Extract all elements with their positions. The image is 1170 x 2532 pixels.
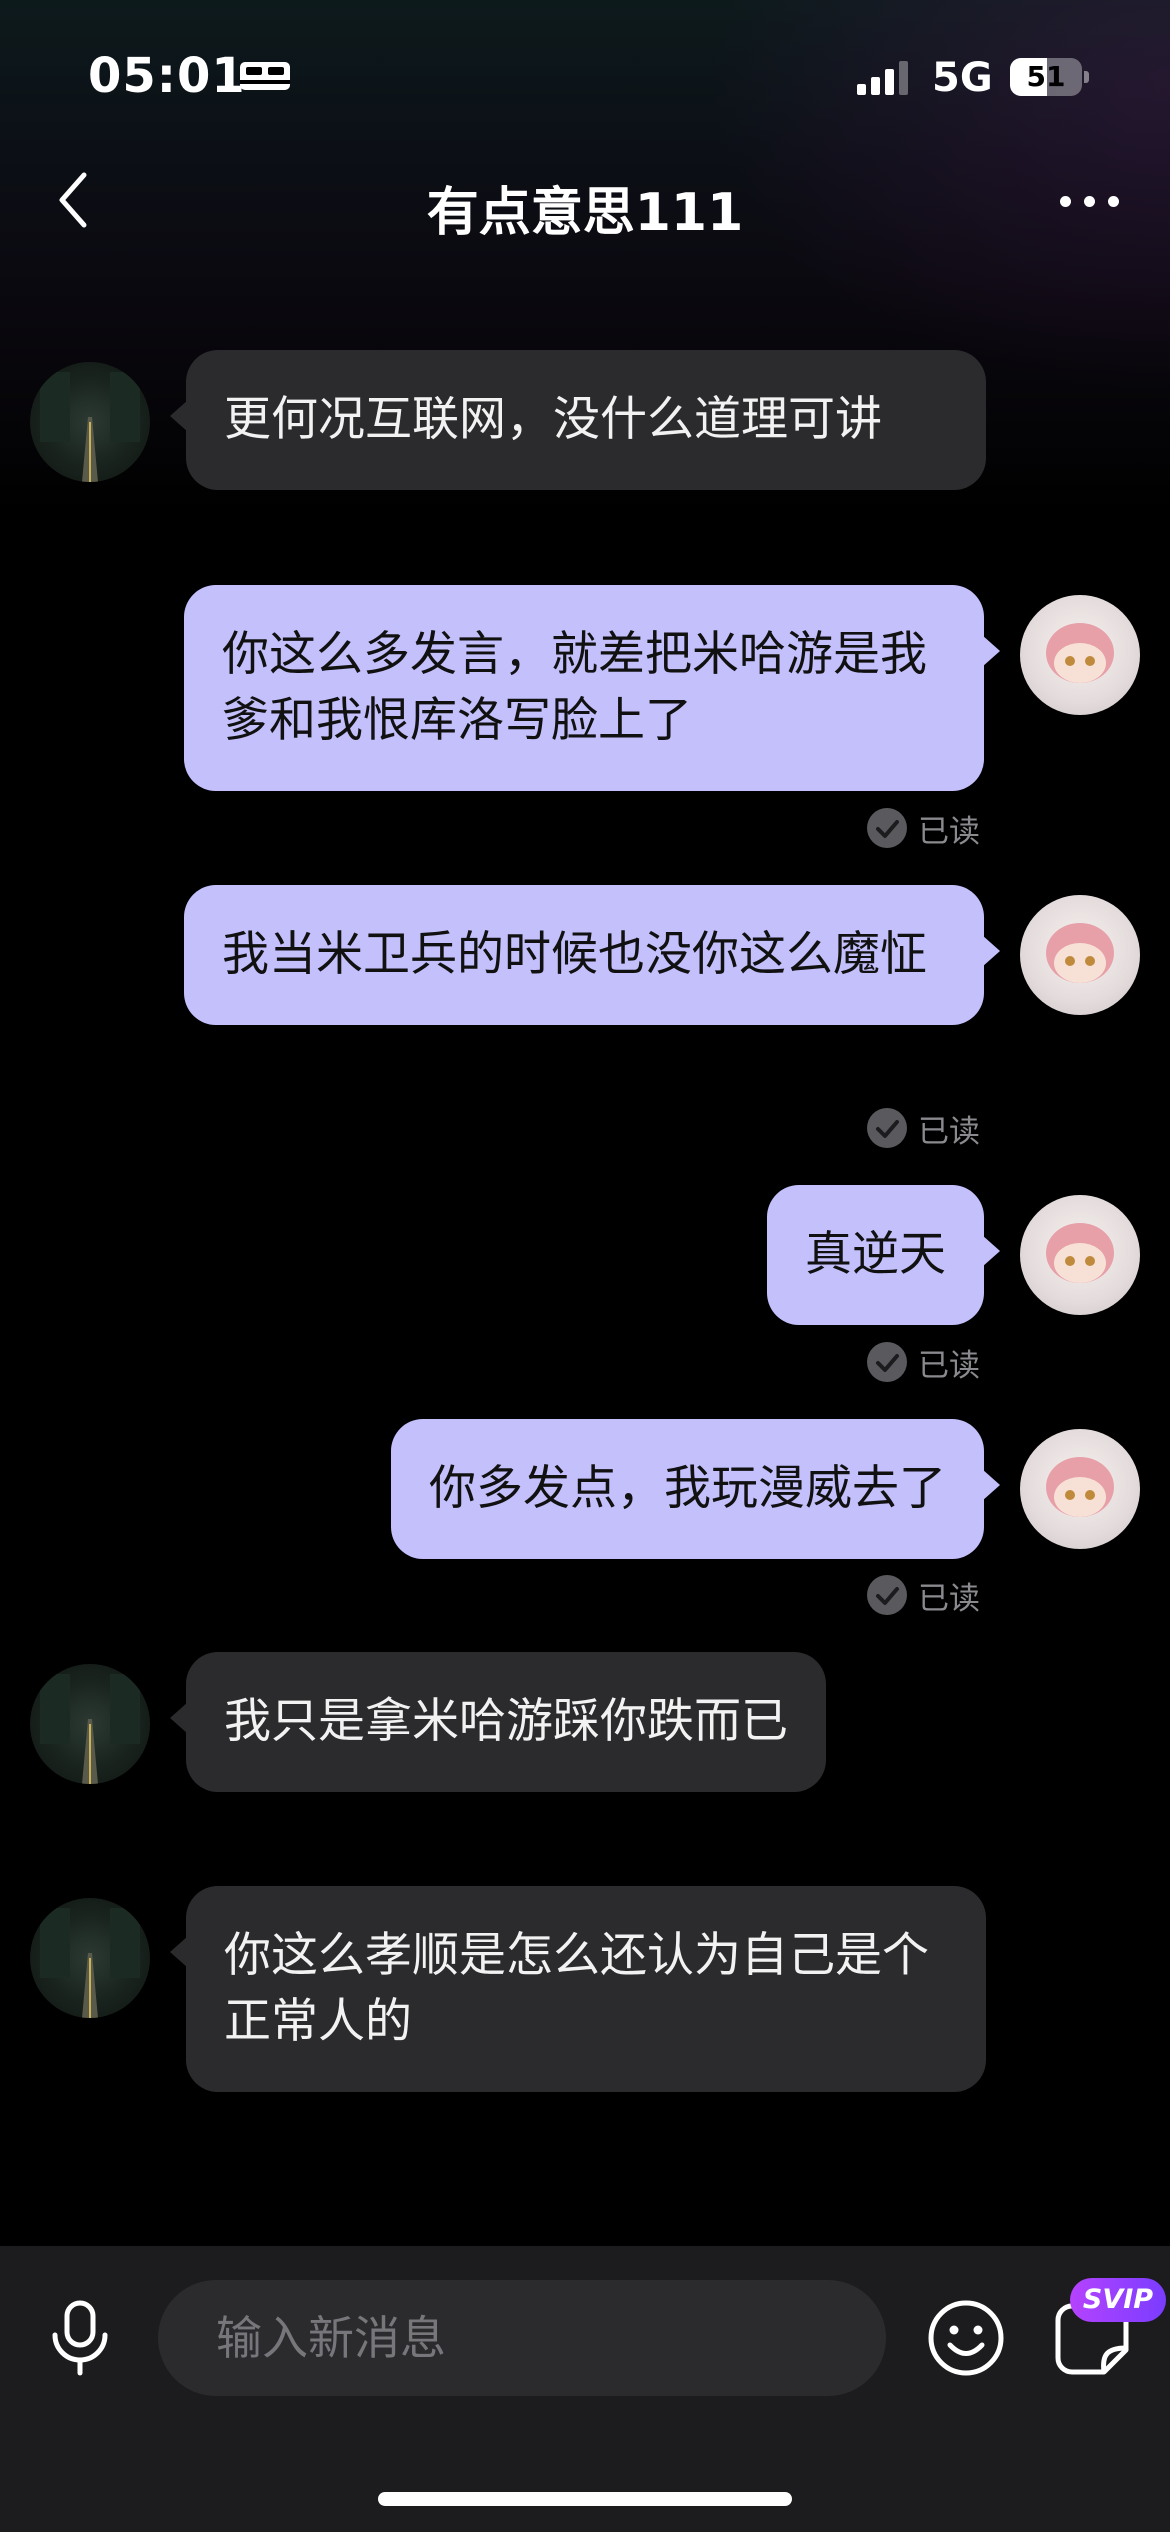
- check-circle-icon: [867, 808, 907, 848]
- forest-road-avatar-image: [40, 1908, 140, 2018]
- read-receipt: 已读: [866, 1573, 980, 1617]
- forest-road-avatar-image: [40, 1674, 140, 1784]
- more-options-button[interactable]: [1050, 180, 1130, 220]
- status-bar: 05:01 5G 51: [0, 0, 1170, 150]
- read-label: 已读: [918, 1347, 980, 1384]
- microphone-icon[interactable]: [40, 2297, 120, 2377]
- forest-road-avatar-image: [40, 372, 140, 482]
- check-circle-icon: [867, 1108, 907, 1148]
- my-avatar[interactable]: [1020, 595, 1140, 715]
- my-avatar[interactable]: [1020, 895, 1140, 1015]
- svip-badge: SVIP: [1070, 2278, 1166, 2322]
- outgoing-message-bubble[interactable]: 真逆天: [767, 1185, 1000, 1325]
- read-receipt: 已读: [866, 806, 980, 850]
- battery-level: 51: [1026, 60, 1066, 93]
- status-time: 05:01: [88, 48, 246, 104]
- home-indicator: [378, 2492, 792, 2506]
- anime-character-avatar-image: [1046, 1223, 1114, 1283]
- incoming-message-bubble[interactable]: 你这么孝顺是怎么还认为自己是个正常人的: [170, 1886, 986, 2092]
- anime-character-avatar-image: [1046, 923, 1114, 983]
- more-dot: [1084, 196, 1095, 207]
- read-label: 已读: [918, 1113, 980, 1150]
- outgoing-message-bubble[interactable]: 你多发点，我玩漫威去了: [391, 1419, 1000, 1559]
- network-type: 5G: [932, 55, 993, 101]
- incoming-message-bubble[interactable]: 我只是拿米哈游踩你跌而已: [170, 1652, 826, 1792]
- outgoing-message-bubble[interactable]: 我当米卫兵的时候也没你这么魔怔: [184, 885, 1000, 1025]
- my-avatar[interactable]: [1020, 1429, 1140, 1549]
- read-label: 已读: [918, 1580, 980, 1617]
- battery-indicator: 51: [1010, 58, 1089, 96]
- anime-character-avatar-image: [1046, 1457, 1114, 1517]
- read-receipt: 已读: [866, 1106, 980, 1150]
- outgoing-message-bubble[interactable]: 你这么多发言，就差把米哈游是我爹和我恨库洛写脸上了: [184, 585, 1000, 791]
- battery-cap: [1084, 71, 1089, 83]
- cellular-signal-icon: [857, 61, 908, 95]
- contact-avatar[interactable]: [30, 1664, 150, 1784]
- bed-icon: [240, 62, 290, 90]
- battery-body: 51: [1010, 58, 1082, 96]
- more-dot: [1108, 196, 1119, 207]
- message-input[interactable]: [158, 2280, 886, 2396]
- contact-avatar[interactable]: [30, 362, 150, 482]
- read-receipt: 已读: [866, 1340, 980, 1384]
- read-label: 已读: [918, 813, 980, 850]
- check-circle-icon: [867, 1342, 907, 1382]
- incoming-message-bubble[interactable]: 更何况互联网，没什么道理可讲: [170, 350, 986, 490]
- my-avatar[interactable]: [1020, 1195, 1140, 1315]
- contact-avatar[interactable]: [30, 1898, 150, 2018]
- chat-title: 有点意思111: [426, 183, 744, 243]
- emoji-icon[interactable]: [926, 2298, 1006, 2378]
- check-circle-icon: [867, 1575, 907, 1615]
- anime-character-avatar-image: [1046, 623, 1114, 683]
- more-dot: [1060, 196, 1071, 207]
